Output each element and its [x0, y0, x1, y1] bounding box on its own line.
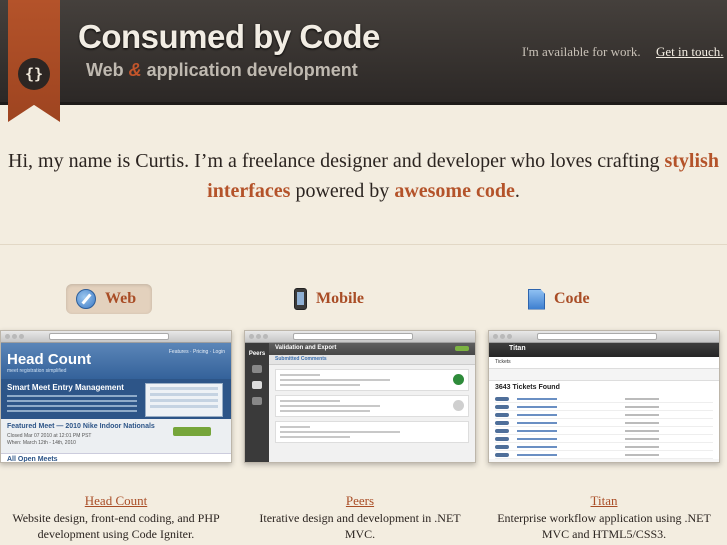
titan-nav: Tickets — [489, 357, 719, 369]
head-count-hero: Smart Meet Entry Management — [1, 379, 231, 419]
tagline-part: application development — [141, 60, 358, 80]
intro-text: powered by — [290, 180, 395, 202]
head-count-link[interactable]: Head Count — [0, 493, 232, 509]
peers-link[interactable]: Peers — [244, 493, 476, 509]
section-divider — [0, 244, 727, 245]
browser-chrome — [1, 331, 231, 343]
tab-mobile[interactable]: Mobile — [294, 284, 364, 314]
screenshot-text-lines — [7, 395, 137, 415]
safari-compass-icon — [76, 289, 96, 309]
screenshot-heading: Smart Meet Entry Management — [7, 383, 124, 392]
table-row — [495, 411, 713, 419]
site-title[interactable]: Consumed by Code — [78, 18, 380, 56]
intro-text: . — [514, 180, 520, 202]
tagline-part: Web — [86, 60, 129, 80]
screenshot-heading: Validation and Export — [275, 345, 337, 351]
check-icon — [453, 374, 464, 385]
availability-text: I'm available for work. — [522, 44, 641, 59]
table-row — [495, 419, 713, 427]
screenshot-featured-title: Featured Meet — 2010 Nike Indoor Nationa… — [7, 423, 155, 430]
intro-text: Hi, my name is Curtis. I’m a freelance d… — [8, 150, 665, 172]
tagline-ampersand: & — [128, 60, 142, 80]
tab-web[interactable]: Web — [66, 284, 152, 314]
screenshot-meta-line: Closed Mar 07 2010 at 12:01 PM PST — [7, 433, 92, 439]
portfolio-card-head-count[interactable]: Head Count meet registration simplified … — [0, 330, 232, 463]
screenshot-app-name: Titan — [509, 345, 526, 352]
browser-chrome — [245, 331, 475, 343]
tab-label: Web — [105, 290, 137, 307]
titan-header: Titan — [489, 343, 719, 357]
titan-filters — [489, 369, 719, 381]
screenshot-logo-sub: meet registration simplified — [7, 368, 67, 374]
logo-ribbon[interactable]: {} — [8, 0, 60, 122]
table-row — [495, 427, 713, 435]
screenshot-subheading: Submitted Comments — [275, 356, 327, 362]
table-row — [495, 435, 713, 443]
site-header: Consumed by Code Web & application devel… — [0, 0, 727, 105]
tab-label: Mobile — [316, 290, 364, 307]
screenshot-preview — [145, 383, 223, 417]
titan-title: 3643 Tickets Found — [489, 381, 719, 395]
screenshot-section-title: All Open Meets — [7, 456, 58, 463]
curly-braces-icon: {} — [18, 58, 50, 90]
titan-ticket-list — [489, 395, 719, 459]
peers-subheader: Submitted Comments — [269, 355, 475, 365]
screenshot-featured-meta: Closed Mar 07 2010 at 12:01 PM PST When:… — [7, 433, 92, 447]
head-count-logo: Head Count meet registration simplified — [7, 351, 91, 374]
peers-description: Iterative design and development in .NET… — [259, 511, 461, 541]
peers-screenshot: Peers Validation and Export Submitted Co… — [245, 343, 475, 462]
iphone-icon — [294, 288, 307, 310]
intro-highlight: awesome code — [394, 180, 515, 202]
table-row — [495, 403, 713, 411]
screenshot-app-name: Peers — [248, 351, 266, 357]
titan-description: Enterprise workflow application using .N… — [497, 511, 711, 541]
portfolio-card-titan[interactable]: Titan Tickets 3643 Tickets Found — [488, 330, 720, 463]
get-in-touch-link[interactable]: Get in touch. — [656, 44, 724, 60]
screenshot-nav: Features · Pricing · Login — [168, 349, 225, 355]
screenshot-meta-line: When: March 12th - 14th, 2010 — [7, 440, 76, 446]
tab-code[interactable]: Code — [528, 284, 590, 314]
peers-main: Validation and Export Submitted Comments — [269, 343, 475, 462]
screenshot-heading: 3643 Tickets Found — [495, 384, 560, 391]
screenshot-register-button — [173, 427, 211, 436]
site-tagline: Web & application development — [86, 60, 358, 81]
screenshot-logo: Head Count — [7, 351, 92, 368]
peers-comment-row — [275, 369, 469, 391]
peers-header: Validation and Export — [269, 343, 475, 355]
portfolio-card-peers[interactable]: Peers Validation and Export Submitted Co… — [244, 330, 476, 463]
peers-comment-row — [275, 395, 469, 417]
table-row — [495, 451, 713, 459]
table-row — [495, 395, 713, 403]
peers-comment-row — [275, 421, 469, 443]
head-count-description: Website design, front-end coding, and PH… — [12, 511, 220, 541]
peers-sidebar: Peers — [245, 343, 269, 462]
head-count-featured: Featured Meet — 2010 Nike Indoor Nationa… — [1, 419, 231, 453]
browser-chrome — [489, 331, 719, 343]
table-row — [495, 443, 713, 451]
titan-link[interactable]: Titan — [484, 493, 724, 509]
document-icon — [528, 288, 545, 310]
screenshot-tab: Tickets — [495, 359, 511, 365]
tab-label: Code — [554, 290, 590, 307]
head-count-footer: All Open Meets — [1, 453, 231, 463]
intro-paragraph: Hi, my name is Curtis. I’m a freelance d… — [0, 146, 727, 206]
head-count-banner: Head Count meet registration simplified … — [1, 343, 231, 379]
check-icon — [453, 400, 464, 411]
